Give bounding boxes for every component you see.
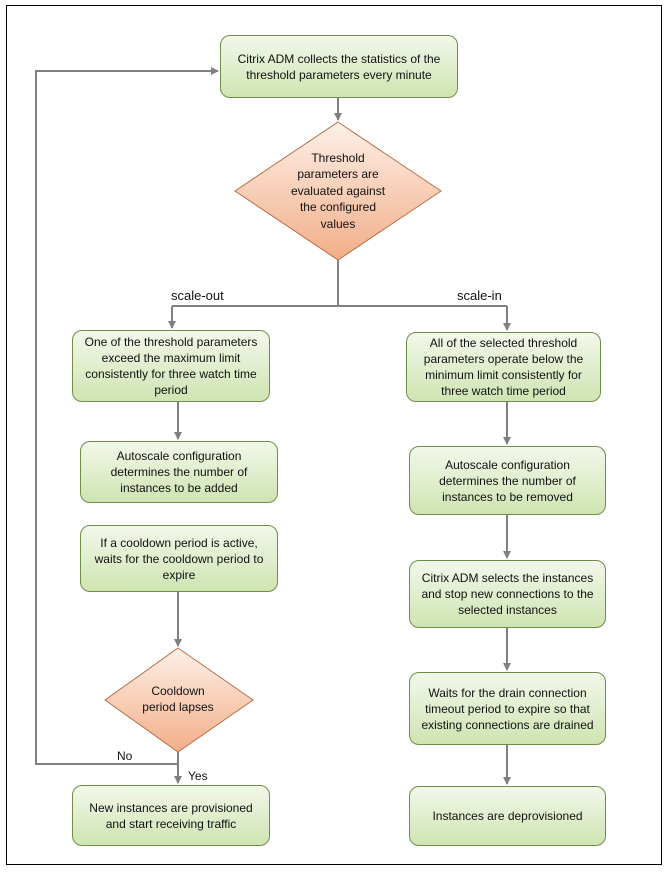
decision-cooldown-text: Cooldown period lapses: [142, 683, 214, 715]
process-cooldown-wait: If a cooldown period is active, waits fo…: [80, 525, 278, 592]
label-yes: Yes: [188, 769, 208, 783]
process-provisioned: New instances are provisioned and start …: [72, 785, 270, 846]
process-instances-removed: Autoscale configuration determines the n…: [409, 446, 606, 515]
process-drain-connections: Waits for the drain connection timeout p…: [409, 672, 606, 745]
label-no: No: [117, 749, 133, 763]
decision-evaluate-text: Threshold parameters are evaluated again…: [290, 150, 386, 231]
process-collect-statistics: Citrix ADM collects the statistics of th…: [220, 35, 458, 98]
process-below-limit: All of the selected threshold parameters…: [406, 332, 601, 402]
flowchart: Citrix ADM collects the statistics of th…: [0, 0, 670, 872]
label-scale-in: scale-in: [457, 288, 502, 303]
process-exceed-limit: One of the threshold parameters exceed t…: [72, 330, 270, 402]
process-deprovisioned: Instances are deprovisioned: [409, 786, 606, 846]
process-select-instances: Citrix ADM selects the instances and sto…: [409, 560, 606, 628]
label-scale-out: scale-out: [171, 288, 224, 303]
process-instances-added: Autoscale configuration determines the n…: [80, 441, 278, 503]
